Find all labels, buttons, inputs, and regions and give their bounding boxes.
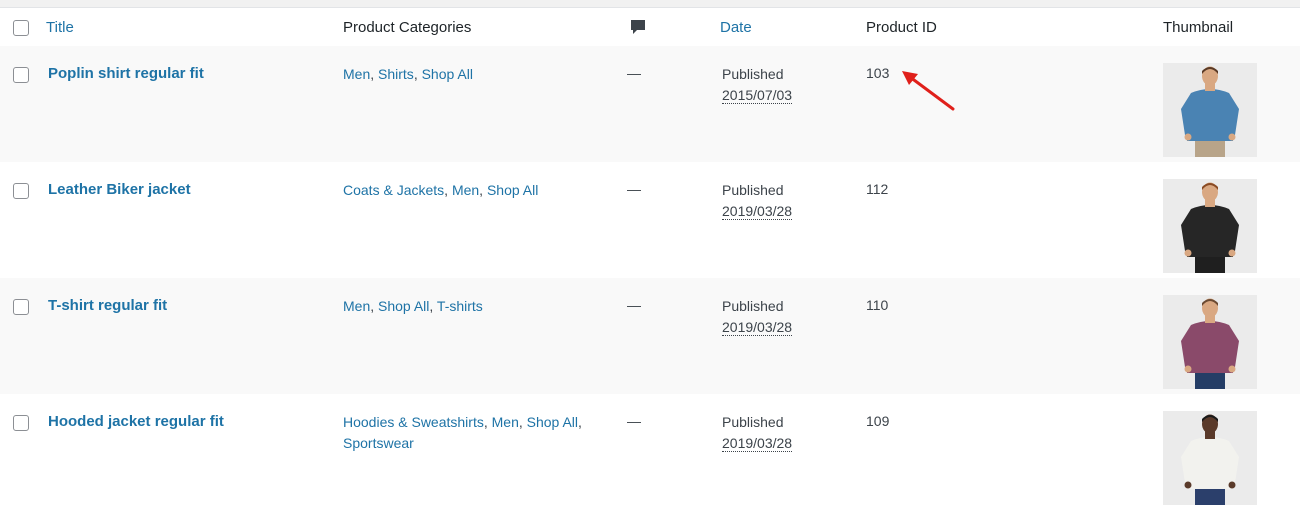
comment-bubble-icon	[630, 19, 646, 40]
category-link[interactable]: Hoodies & Sweatshirts	[343, 414, 484, 430]
publish-date: 2019/03/28	[722, 319, 793, 336]
product-id: 110	[866, 297, 889, 313]
publish-date: 2019/03/28	[722, 203, 793, 220]
category-link[interactable]: Shirts	[378, 66, 414, 82]
category-separator: ,	[518, 414, 527, 430]
comment-count: —	[627, 413, 641, 429]
product-thumbnail[interactable]	[1163, 63, 1257, 157]
publish-date: 2019/03/28	[722, 435, 793, 452]
category-link[interactable]: T-shirts	[437, 298, 483, 314]
category-separator: ,	[483, 414, 492, 430]
category-separator: ,	[578, 414, 582, 430]
category-link[interactable]: Men	[492, 414, 519, 430]
category-link[interactable]: Shop All	[527, 414, 578, 430]
category-link[interactable]: Men	[343, 298, 370, 314]
publish-status: Published	[722, 182, 784, 198]
column-product-categories: Product Categories	[343, 19, 472, 36]
column-thumbnail: Thumbnail	[1163, 19, 1234, 36]
publish-info: Published 2019/03/28	[722, 296, 793, 338]
product-categories: Men, Shop All, T-shirts	[343, 296, 613, 317]
row-checkbox[interactable]	[13, 415, 29, 431]
column-title-sort[interactable]: Title	[46, 19, 74, 36]
product-id: 109	[866, 413, 890, 429]
publish-info: Published 2019/03/28	[722, 412, 793, 454]
publish-date: 2015/07/03	[722, 87, 793, 104]
product-categories: Coats & Jackets, Men, Shop All	[343, 180, 613, 201]
comment-count: —	[627, 297, 641, 313]
product-id: 112	[866, 181, 889, 197]
publish-status: Published	[722, 414, 784, 430]
category-separator: ,	[413, 66, 422, 82]
select-all-checkbox[interactable]	[13, 20, 29, 36]
product-title-link[interactable]: Hooded jacket regular fit	[48, 413, 224, 430]
product-id: 103	[866, 65, 890, 81]
category-separator: ,	[479, 182, 487, 198]
table-row: Poplin shirt regular fit Men, Shirts, Sho…	[0, 46, 1300, 162]
comment-count: —	[627, 181, 641, 197]
comment-count: —	[627, 65, 641, 81]
row-checkbox[interactable]	[13, 67, 29, 83]
product-categories: Hoodies & Sweatshirts, Men, Shop All, Sp…	[343, 412, 613, 454]
row-checkbox[interactable]	[13, 299, 29, 315]
table-row: Leather Biker jacket Coats & Jackets, Men…	[0, 162, 1300, 278]
annotation-arrow-icon	[902, 71, 955, 111]
product-categories: Men, Shirts, Shop All	[343, 64, 613, 85]
publish-info: Published 2015/07/03	[722, 64, 793, 106]
product-thumbnail[interactable]	[1163, 179, 1257, 273]
category-link[interactable]: Men	[452, 182, 479, 198]
product-thumbnail[interactable]	[1163, 295, 1257, 389]
category-link[interactable]: Men	[343, 66, 370, 82]
column-product-id: Product ID	[866, 19, 937, 36]
product-thumbnail[interactable]	[1163, 411, 1257, 505]
category-separator: ,	[370, 298, 379, 314]
table-header: Title Product Categories Date Product ID…	[0, 8, 1300, 47]
products-table: Title Product Categories Date Product ID…	[0, 7, 1300, 507]
category-link[interactable]: Coats & Jackets	[343, 182, 444, 198]
publish-status: Published	[722, 298, 784, 314]
category-link[interactable]: Sportswear	[343, 435, 414, 451]
category-link[interactable]: Shop All	[422, 66, 473, 82]
category-separator: ,	[444, 182, 452, 198]
table-row: Hooded jacket regular fit Hoodies & Sweat…	[0, 394, 1300, 507]
product-title-link[interactable]: Poplin shirt regular fit	[48, 65, 204, 82]
product-title-link[interactable]: Leather Biker jacket	[48, 181, 191, 198]
category-link[interactable]: Shop All	[487, 182, 538, 198]
category-separator: ,	[370, 66, 379, 82]
product-title-link[interactable]: T-shirt regular fit	[48, 297, 167, 314]
row-checkbox[interactable]	[13, 183, 29, 199]
column-date-sort[interactable]: Date	[720, 19, 752, 36]
publish-status: Published	[722, 66, 784, 82]
table-row: T-shirt regular fit Men, Shop All, T-shir…	[0, 278, 1300, 394]
category-separator: ,	[429, 298, 437, 314]
publish-info: Published 2019/03/28	[722, 180, 793, 222]
category-link[interactable]: Shop All	[378, 298, 429, 314]
